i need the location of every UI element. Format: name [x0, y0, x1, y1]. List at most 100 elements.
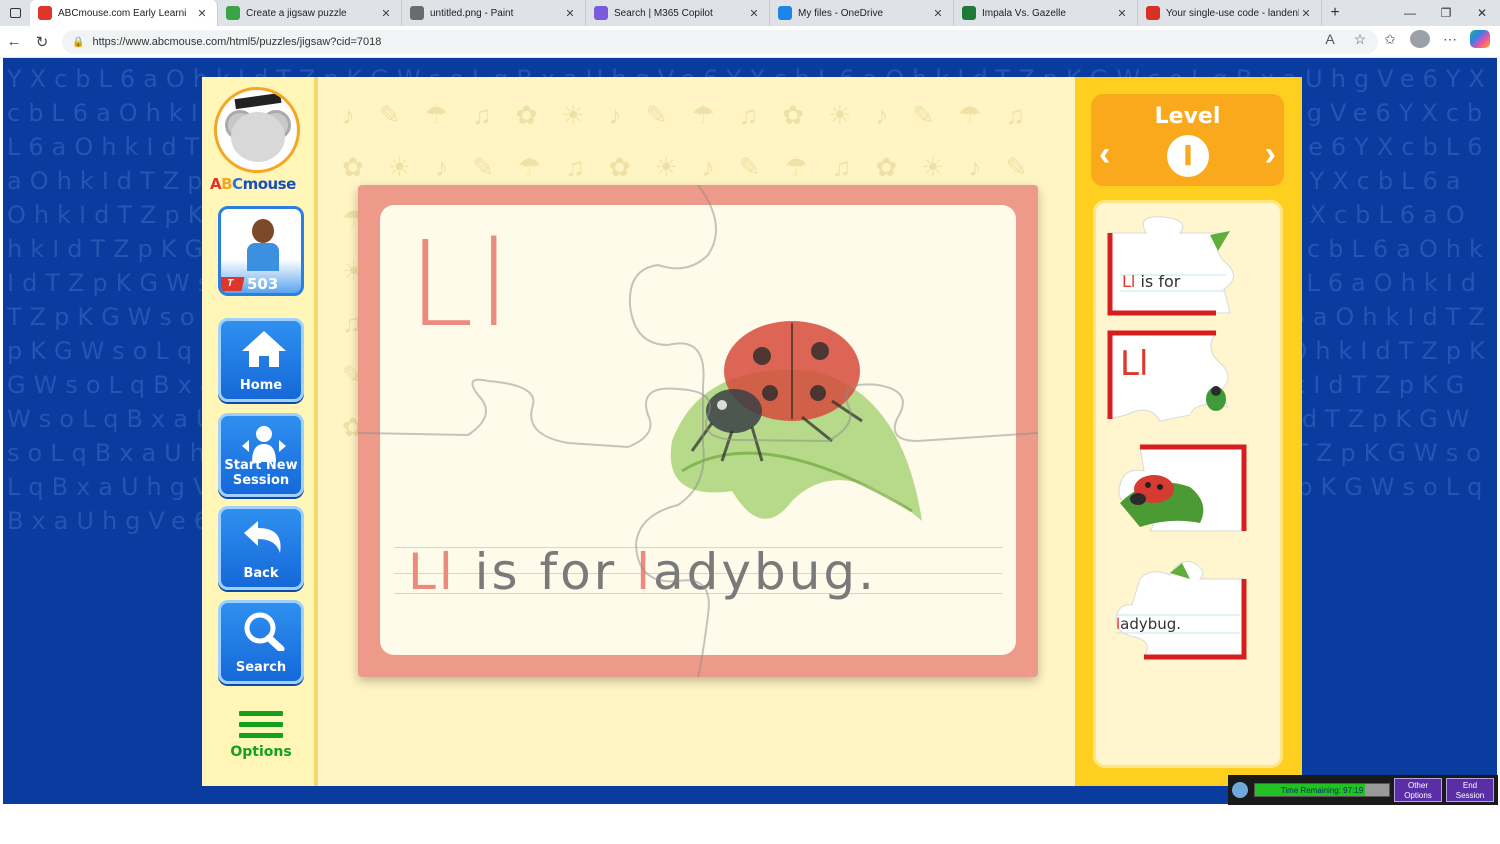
tab-close-icon[interactable]: ✕	[1299, 7, 1313, 20]
tab-title: My files - OneDrive	[798, 7, 884, 19]
browser-tab[interactable]: Your single-use code - landenka ✕	[1138, 0, 1322, 26]
favorites-icon[interactable]: ✩	[1380, 31, 1400, 48]
tab-favicon-icon	[38, 6, 52, 20]
puzzle-game: ABCmouse T 503 Home Start New Session Ba…	[202, 77, 1302, 786]
options-label: Options	[230, 744, 292, 760]
tab-close-icon[interactable]: ✕	[195, 7, 209, 20]
refresh-icon[interactable]: ↻	[28, 33, 56, 51]
timer-app-icon	[1232, 782, 1248, 798]
tab-title: Your single-use code - landenka	[1166, 7, 1299, 19]
profile-button[interactable]: T 503	[218, 206, 304, 296]
piece-4-text: adybug.	[1120, 615, 1181, 633]
url-field[interactable]: 🔒 https://www.abcmouse.com/html5/puzzles…	[62, 30, 1378, 54]
back-button[interactable]: Back	[218, 506, 304, 590]
mouse-face	[231, 112, 285, 162]
piece-tray: Ll is for Ll ladybug.	[1093, 200, 1283, 768]
ticket-icon: T	[221, 277, 245, 291]
favorite-star-icon[interactable]: ☆	[1350, 31, 1370, 48]
puzzle-target-frame[interactable]: Ll Ll is for ladybug.	[358, 185, 1038, 677]
browser-tab[interactable]: ABCmouse.com Early Learni ✕	[30, 0, 218, 26]
copilot-icon[interactable]	[1470, 30, 1490, 48]
start-new-session-button[interactable]: Start New Session	[218, 413, 304, 497]
more-menu-icon[interactable]: ⋯	[1440, 31, 1460, 48]
home-button[interactable]: Home	[218, 318, 304, 402]
window-controls: — ❐ ✕	[1392, 0, 1500, 26]
tab-title: Search | M365 Copilot	[614, 7, 713, 19]
page-background: YXcbL6aOhkIdTZpKGWsoLqBxaUhgVe6YXcbL6aOh…	[3, 58, 1497, 804]
maximize-icon[interactable]: ❐	[1428, 0, 1464, 26]
browser-tab[interactable]: untitled.png - Paint ✕	[402, 0, 586, 26]
avatar-head	[252, 219, 274, 243]
piece-2-letter: Ll	[1120, 344, 1148, 384]
avatar-body	[247, 243, 279, 271]
abcmouse-logo[interactable]	[214, 87, 300, 173]
profile-avatar[interactable]	[1410, 30, 1430, 48]
tab-favicon-icon	[778, 6, 792, 20]
tab-title: Impala Vs. Gazelle	[982, 7, 1066, 19]
level-prev-arrow-icon[interactable]: ‹	[1099, 134, 1110, 174]
browser-tab[interactable]: Create a jigsaw puzzle ✕	[218, 0, 402, 26]
level-next-arrow-icon[interactable]: ›	[1265, 134, 1276, 174]
search-icon	[244, 612, 285, 651]
puzzle-piece-4[interactable]: ladybug.	[1110, 557, 1250, 661]
puzzle-piece-2[interactable]: Ll	[1106, 329, 1238, 429]
time-remaining-text: Time Remaining: 97:19	[1280, 786, 1364, 795]
site-info-icon[interactable]: 🔒	[72, 37, 84, 48]
back-label: Back	[243, 566, 279, 581]
other-options-button[interactable]: Other Options	[1394, 778, 1442, 802]
tab-close-icon[interactable]: ✕	[1115, 7, 1129, 20]
tab-title: untitled.png - Paint	[430, 7, 514, 19]
back-arrow-icon	[244, 521, 281, 553]
tab-close-icon[interactable]: ✕	[931, 7, 945, 20]
time-remaining-meter: Time Remaining: 97:19	[1254, 783, 1390, 797]
browser-tab[interactable]: Search | M365 Copilot ✕	[586, 0, 770, 26]
tab-favicon-icon	[410, 6, 424, 20]
home-icon	[242, 331, 286, 367]
options-button[interactable]: Options	[218, 711, 304, 760]
svg-text:Ll is for: Ll is for	[1122, 272, 1185, 291]
ticket-count: 503	[247, 275, 279, 293]
session-timer-bar: Time Remaining: 97:19 Other Options End Se…	[1228, 775, 1498, 805]
tab-title: ABCmouse.com Early Learni	[58, 7, 187, 19]
end-session-button[interactable]: End Session	[1446, 778, 1494, 802]
tab-close-icon[interactable]: ✕	[563, 7, 577, 20]
search-label: Search	[235, 660, 287, 675]
home-label: Home	[239, 378, 283, 393]
level-number: I	[1167, 135, 1209, 177]
puzzle-cut-lines	[358, 185, 1038, 677]
new-tab-button[interactable]: +	[1322, 4, 1348, 22]
piece-1-text: is for	[1135, 272, 1185, 291]
url-text: https://www.abcmouse.com/html5/puzzles/j…	[92, 36, 382, 48]
puzzle-piece-1[interactable]: Ll is for	[1106, 215, 1238, 319]
browser-tab-bar: ABCmouse.com Early Learni ✕ Create a jigsa…	[0, 0, 1500, 26]
tab-favicon-icon	[594, 6, 608, 20]
browser-tab[interactable]: My files - OneDrive ✕	[770, 0, 954, 26]
level-title: Level	[1154, 104, 1221, 129]
puzzle-piece-3[interactable]	[1110, 443, 1250, 543]
hamburger-icon	[239, 711, 283, 738]
tab-title: Create a jigsaw puzzle	[246, 7, 347, 19]
tab-favicon-icon	[226, 6, 240, 20]
level-selector: Level ‹ I ›	[1091, 94, 1284, 186]
puzzle-board: ♪✎☂♫✿☀♪✎☂♫✿☀♪✎☂♫✿☀♪✎☂♫✿☀♪✎☂♫✿☀♪✎☂♫✿☀♪✎☂♫…	[322, 77, 1075, 786]
tab-close-icon[interactable]: ✕	[747, 7, 761, 20]
minimize-icon[interactable]: —	[1392, 0, 1428, 26]
back-arrow-icon[interactable]: ←	[0, 33, 28, 50]
read-aloud-icon[interactable]: A	[1320, 31, 1340, 47]
svg-text:ladybug.: ladybug.	[1116, 615, 1181, 633]
right-panel: Level ‹ I › Ll is for Ll ladybug.	[1075, 77, 1302, 786]
window-menu-icon[interactable]	[0, 0, 30, 26]
search-button[interactable]: Search	[218, 600, 304, 684]
left-sidebar: ABCmouse T 503 Home Start New Session Ba…	[202, 77, 318, 786]
close-window-icon[interactable]: ✕	[1464, 0, 1500, 26]
graduation-cap-icon	[234, 92, 282, 110]
tab-close-icon[interactable]: ✕	[379, 7, 393, 20]
tab-favicon-icon	[962, 6, 976, 20]
logo-wordmark: ABCmouse	[210, 175, 296, 193]
start-new-session-label: Start New Session	[224, 458, 298, 488]
piece-1-red-text: Ll	[1122, 272, 1135, 291]
tab-favicon-icon	[1146, 6, 1160, 20]
browser-tab[interactable]: Impala Vs. Gazelle ✕	[954, 0, 1138, 26]
browser-toolbar: A ☆ ✩ ⋯	[1320, 30, 1490, 48]
address-bar: ← ↻ 🔒 https://www.abcmouse.com/html5/puz…	[0, 26, 1500, 58]
